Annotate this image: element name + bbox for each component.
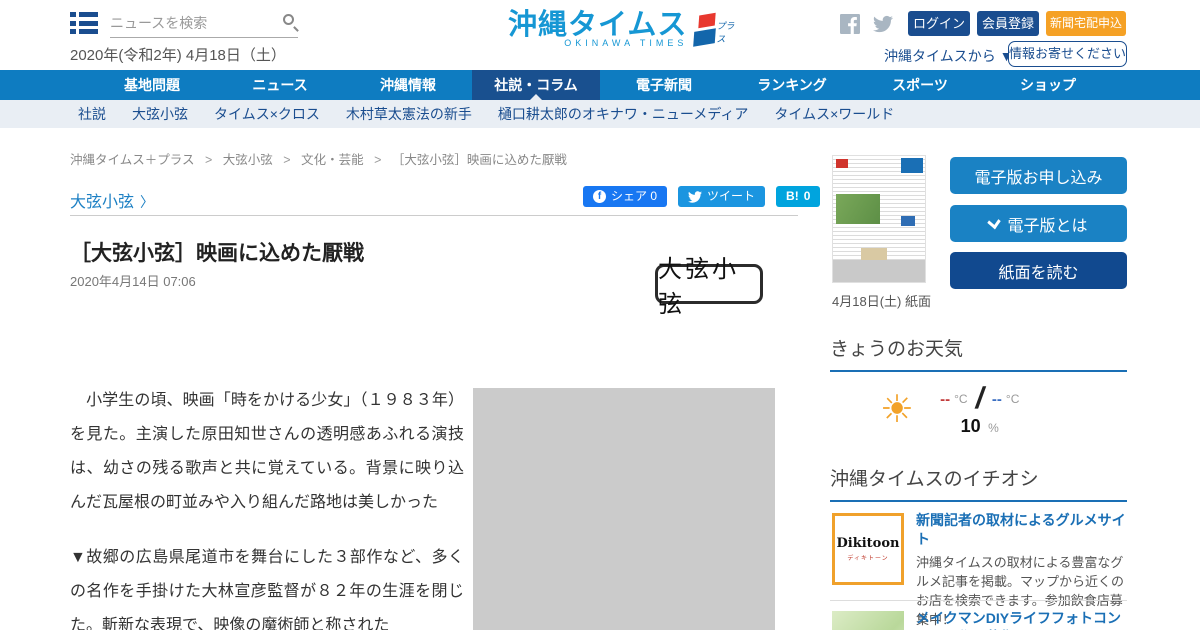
twitter-share-button[interactable]: ツイート [678,186,766,207]
article-body: 小学生の頃、映画「時をかける少女」（１９８３年）を見た。主演した原田知世さんの透… [70,384,464,630]
recommend-thumbnail-makeman[interactable] [832,611,904,630]
hatena-share-count: 0 [803,189,811,203]
breadcrumb-daigenshogen[interactable]: 大弦小弦 [223,153,273,167]
logo-plus-mark: プラス [691,10,739,48]
facebook-share-icon: f [593,190,606,203]
nav-item-ranking[interactable]: ランキング [728,70,856,100]
twitter-share-label: ツイート [707,189,756,203]
menu-icon-row [70,20,98,26]
read-paper-button[interactable]: 紙面を読む [950,252,1127,289]
share-buttons: f シェア 0 ツイート B! 0 [583,186,821,207]
from-times-dropdown[interactable]: 沖縄タイムスから ▼ [884,46,1013,66]
logo-text: 沖縄タイムス [508,9,688,41]
divider [70,215,798,216]
subscribe-button[interactable]: 新聞宅配申込 [1046,11,1126,36]
breadcrumb-bunka-geino[interactable]: 文化・芸能 [301,153,364,167]
article-title: ［大弦小弦］映画に込めた厭戦 [70,242,364,265]
section-label: 大弦小弦 [70,194,135,211]
menu-icon-row [70,29,98,34]
article-paragraph: ▼故郷の広島県尾道市を舞台にした３部作など、多くの名作を手掛けた大林宣彦監督が８… [70,549,464,630]
paper-blue-block [901,216,915,226]
breadcrumb-separator: > [283,153,291,167]
subnav-item-shasetsu[interactable]: 社説 [78,104,106,124]
hatena-share-icon: B! [786,189,799,203]
subnav-item-daigenshogen[interactable]: 大弦小弦 [132,104,188,124]
subnav-item-kimura[interactable]: 木村草太憲法の新手 [346,104,472,124]
recommend-thumbnail-dikitoon[interactable]: Dikitoon ディキトーン [832,513,904,585]
logo-subtext: OKINAWA TIMES [564,38,688,48]
logo-plus-label: プラス [716,21,735,44]
sub-nav: 社説 大弦小弦 タイムス×クロス 木村草太憲法の新手 樋口耕太郎のオキナワ・ニュ… [0,100,1200,128]
recommend-item-title[interactable]: メイクマンDIYライフフォトコンテスト作品募集 [916,609,1128,630]
rain-probability: 10 [960,416,981,436]
divider [830,600,1127,601]
hatena-share-button[interactable]: B! 0 [776,186,821,207]
daigenshogen-stamp: 大弦小弦 [655,255,763,318]
article-date: 2020年4月14日 07:06 [70,274,196,289]
weather-widget: ☀ -- °C / -- °C 10 % [830,382,1127,437]
breadcrumb-home[interactable]: 沖縄タイムス＋プラス [70,153,195,167]
weather-high-unit: °C [954,392,968,406]
sun-icon: ☀ [880,388,915,431]
subnav-item-times-cross[interactable]: タイムス×クロス [214,104,320,124]
digital-about-label: 電子版とは [1007,217,1088,235]
weather-low-unit: °C [1005,392,1020,406]
twitter-share-icon [688,190,703,203]
search-input[interactable] [110,10,270,36]
article-paragraph: 小学生の頃、映画「時をかける少女」（１９８３年）を見た。主演した原田知世さんの透… [70,392,464,511]
facebook-share-button[interactable]: f シェア 0 [583,186,668,207]
twitter-icon[interactable] [873,14,893,34]
search-icon[interactable] [283,14,294,25]
weather-high: -- [940,390,951,408]
current-date: 2020年(令和2年) 4月18日（土） [70,47,286,64]
logo-plus-red-shape [698,12,717,29]
nav-item-denshishinbun[interactable]: 電子新聞 [600,70,728,100]
nav-item-okinawajoho[interactable]: 沖縄情報 [344,70,472,100]
menu-icon-row [70,12,98,17]
facebook-icon[interactable] [840,14,860,34]
login-button[interactable]: ログイン [908,11,970,36]
paper-photo-block [836,194,880,224]
recommend-item: メイクマンDIYライフフォトコンテスト作品募集 [916,609,1128,630]
newspaper-front-page-thumbnail[interactable] [832,155,926,283]
breadcrumb-separator: > [374,153,382,167]
site-logo[interactable]: 沖縄タイムス OKINAWA TIMES プラス [508,10,739,48]
paper-masthead-block [901,158,923,173]
facebook-share-label: シェア 0 [611,189,658,203]
subnav-item-higuchi[interactable]: 樋口耕太郎のオキナワ・ニューメディア [498,104,748,124]
chevron-right-icon: 〉 [140,194,155,210]
weather-low: -- [991,390,1002,408]
breadcrumb-separator: > [205,153,213,167]
section-link[interactable]: 大弦小弦〉 [70,188,154,212]
nav-item-shop[interactable]: ショップ [984,70,1112,100]
search-box [110,10,298,38]
rain-probability-unit: % [988,421,999,435]
breadcrumb-current: ［大弦小弦］映画に込めた厭戦 [391,153,567,167]
weather-slash: / [972,382,987,415]
weather-heading: きょうのお天気 [830,334,1127,372]
nav-item-news[interactable]: ニュース [216,70,344,100]
nav-item-kichimondai[interactable]: 基地問題 [88,70,216,100]
recommend-item-title[interactable]: 新聞記者の取材によるグルメサイト [916,511,1128,549]
info-request-button[interactable]: 情報お寄せください [1008,41,1127,67]
register-button[interactable]: 会員登録 [977,11,1039,36]
okinawa-times-page: 沖縄タイムス OKINAWA TIMES プラス ログイン 会員登録 新聞宅配申… [0,0,1200,630]
paper-red-block [836,159,848,168]
nav-item-sports[interactable]: スポーツ [856,70,984,100]
article-image-placeholder [473,388,775,630]
recommend-heading: 沖縄タイムスのイチオシ [830,464,1127,502]
dikitoon-logo-sub: ディキトーン [847,556,889,562]
nav-item-shasetsu-column[interactable]: 社説・コラム [472,70,600,100]
main-nav: 基地問題 ニュース 沖縄情報 社説・コラム 電子新聞 ランキング スポーツ ショ… [0,70,1200,100]
menu-icon[interactable] [70,12,98,34]
digital-edition-icon [987,214,1002,229]
breadcrumb: 沖縄タイムス＋プラス > 大弦小弦 > 文化・芸能 > ［大弦小弦］映画に込めた… [70,149,567,168]
paper-caption: 4月18日(土) 紙面 [832,294,931,309]
paper-gray-strip [833,260,925,282]
digital-apply-button[interactable]: 電子版お申し込み [950,157,1127,194]
subnav-item-times-world[interactable]: タイムス×ワールド [774,104,894,124]
logo-plus-blue-shape [693,28,717,47]
digital-about-button[interactable]: 電子版とは [950,205,1127,242]
dikitoon-logo: Dikitoon [836,536,900,551]
